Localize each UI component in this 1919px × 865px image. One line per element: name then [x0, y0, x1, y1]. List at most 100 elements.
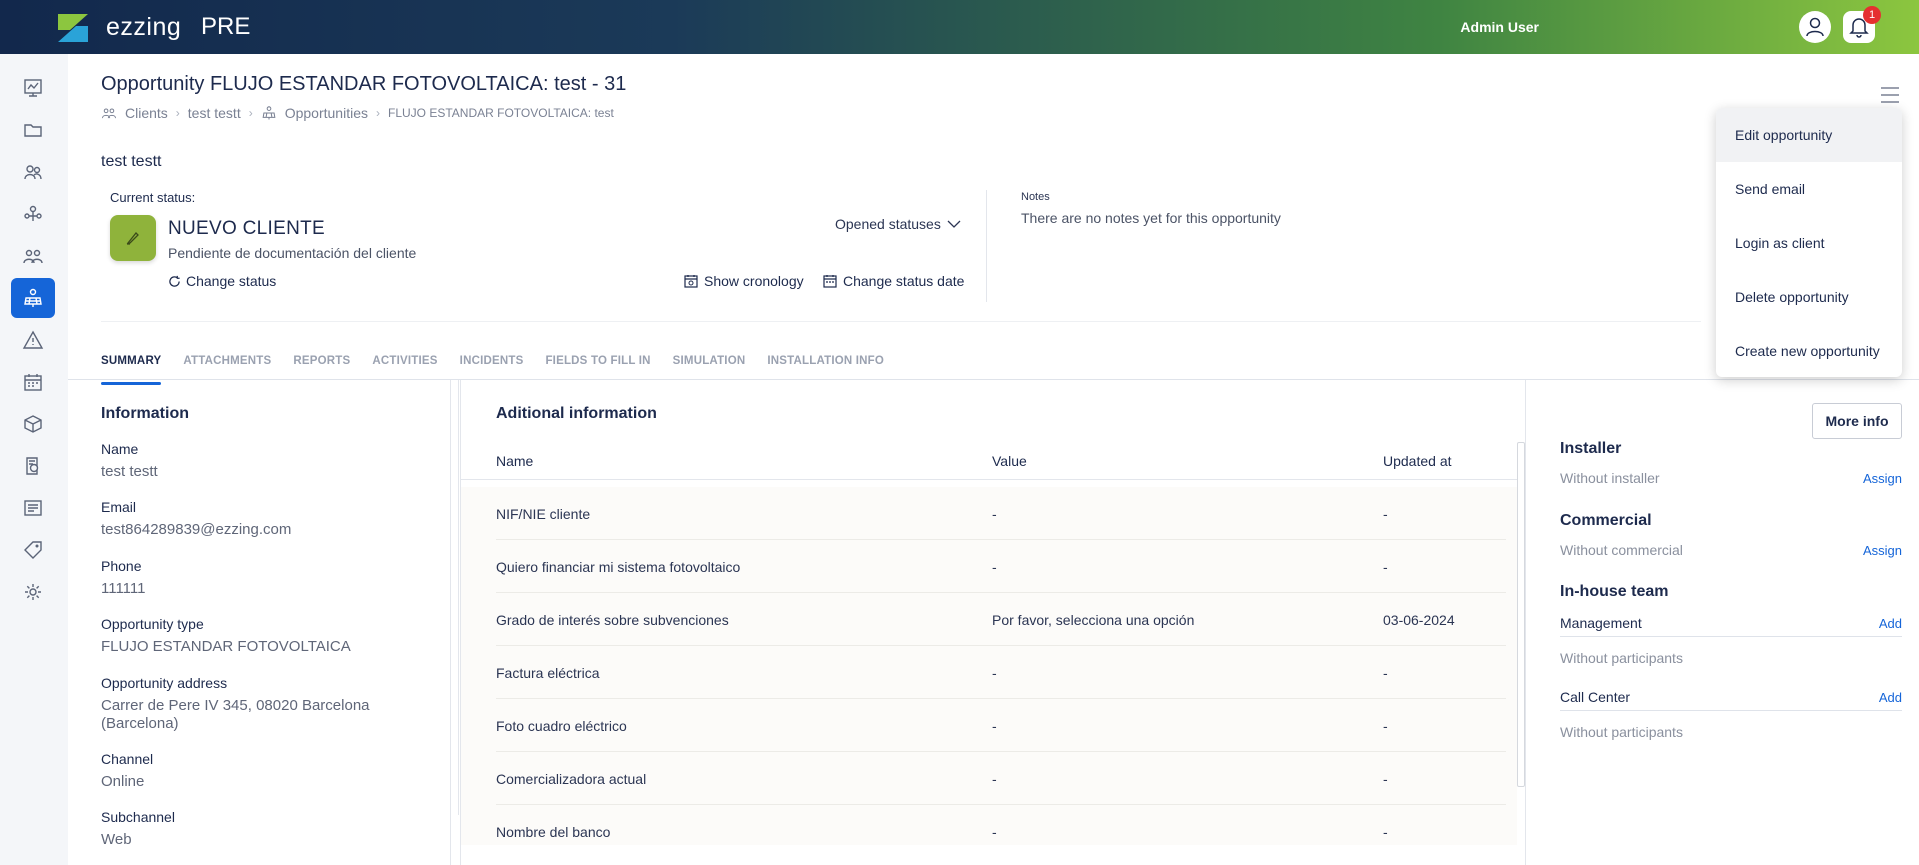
ezzing-logo-icon[interactable] [56, 12, 90, 44]
field-label: Name [101, 441, 139, 457]
change-status-date-button[interactable]: Change status date [823, 273, 964, 289]
sidebar [0, 54, 68, 865]
status-badge [110, 215, 156, 261]
tab-incidents[interactable]: INCIDENTS [460, 355, 524, 376]
installer-text: Without installer [1560, 470, 1660, 486]
calendar-icon [823, 275, 837, 288]
menu-item-login-as-client[interactable]: Login as client [1716, 216, 1902, 270]
table-row[interactable]: Nombre del banco - - [496, 805, 1506, 845]
column-header-updated[interactable]: Updated at [1383, 453, 1452, 469]
warning-icon[interactable] [11, 320, 55, 360]
chevron-down-icon [947, 220, 961, 228]
notes-label: Notes [1021, 191, 1050, 203]
opportunity-actions-menu: Edit opportunity Send email Login as cli… [1716, 108, 1902, 377]
cell-updated: 03-06-2024 [1383, 612, 1455, 628]
change-status-button[interactable]: Change status [168, 273, 276, 289]
table-row[interactable]: Foto cuadro eléctrico - - [496, 699, 1506, 752]
breadcrumb-separator: › [376, 106, 380, 120]
dashboard-icon[interactable] [11, 68, 55, 108]
team-participants-text: Without participants [1560, 724, 1683, 740]
table-header: Name Value Updated at [461, 450, 1517, 480]
show-cronology-button[interactable]: Show cronology [684, 273, 804, 289]
status-description: Pendiente de documentación del cliente [168, 245, 417, 261]
cell-name: Foto cuadro eléctrico [496, 718, 627, 734]
solar-panel-icon[interactable] [11, 278, 55, 318]
more-info-button[interactable]: More info [1812, 403, 1902, 439]
calendar-clock-icon [684, 275, 698, 288]
cell-value: - [992, 771, 997, 787]
hamburger-menu-icon[interactable] [1880, 86, 1900, 104]
tab-activities[interactable]: ACTIVITIES [372, 355, 437, 376]
assignment-panel: More info Installer Without installer As… [1560, 380, 1902, 865]
billing-icon[interactable] [11, 446, 55, 486]
groups-icon[interactable] [11, 236, 55, 276]
table-row[interactable]: Factura eléctrica - - [496, 646, 1506, 699]
menu-item-send-email[interactable]: Send email [1716, 162, 1902, 216]
cell-value: - [992, 665, 997, 681]
environment-label: PRE [201, 13, 251, 40]
breadcrumb-opportunities[interactable]: Opportunities [285, 105, 368, 121]
calendar-icon[interactable] [11, 362, 55, 402]
commercial-title: Commercial [1560, 512, 1652, 529]
table-row[interactable]: Comercializadora actual - - [496, 752, 1506, 805]
table-row[interactable]: NIF/NIE cliente - - [496, 487, 1506, 540]
tab-simulation[interactable]: SIMULATION [673, 355, 746, 376]
opened-statuses-dropdown[interactable]: Opened statuses [835, 216, 961, 232]
change-status-label: Change status [186, 273, 277, 289]
team-name: Call Center [1560, 689, 1631, 705]
table-scrollbar[interactable] [1517, 442, 1525, 787]
notification-count-badge: 1 [1863, 6, 1881, 24]
assign-installer-link[interactable]: Assign [1863, 471, 1902, 486]
assign-commercial-link[interactable]: Assign [1863, 543, 1902, 558]
cell-name: Nombre del banco [496, 824, 611, 840]
field-value: Carrer de Pere IV 345, 08020 Barcelona (… [101, 697, 370, 732]
breadcrumb-separator: › [175, 106, 180, 120]
users-network-icon[interactable] [11, 194, 55, 234]
tab-fields-to-fill-in[interactable]: FIELDS TO FILL IN [545, 355, 650, 376]
cell-name: Quiero financiar mi sistema fotovoltaico [496, 559, 741, 575]
cell-updated: - [1383, 824, 1388, 840]
team-name: Management [1560, 615, 1642, 631]
breadcrumb-current: FLUJO ESTANDAR FOTOVOLTAICA: test [388, 106, 614, 120]
cell-value: - [992, 718, 997, 734]
add-management-link[interactable]: Add [1879, 616, 1902, 631]
add-call-center-link[interactable]: Add [1879, 690, 1902, 705]
information-panel: Information Name test testt Email test86… [101, 380, 451, 865]
user-name[interactable]: Admin User [1460, 19, 1539, 35]
commercial-text: Without commercial [1560, 542, 1683, 558]
top-bar: ezzing PRE Admin User 1 [0, 0, 1919, 54]
clients-breadcrumb-icon [101, 108, 117, 119]
table-row[interactable]: Quiero financiar mi sistema fotovoltaico… [496, 540, 1506, 593]
field-value: test testt [101, 463, 158, 480]
user-avatar-icon[interactable] [1799, 11, 1831, 43]
breadcrumb-clients[interactable]: Clients [125, 105, 168, 121]
menu-item-create-new-opportunity[interactable]: Create new opportunity [1716, 324, 1902, 378]
field-value: Web [101, 831, 132, 848]
field-value: FLUJO ESTANDAR FOTOVOLTAICA [101, 638, 351, 655]
breadcrumb-client[interactable]: test testt [188, 105, 241, 121]
cell-updated: - [1383, 559, 1388, 575]
information-scrollbar[interactable] [451, 380, 459, 815]
menu-item-edit-opportunity[interactable]: Edit opportunity [1716, 108, 1902, 162]
tab-reports[interactable]: REPORTS [293, 355, 350, 376]
field-value: test864289839@ezzing.com [101, 521, 292, 538]
table-row[interactable]: Grado de interés sobre subvenciones Por … [496, 593, 1506, 646]
column-header-name[interactable]: Name [496, 453, 533, 469]
field-label: Channel [101, 751, 154, 767]
refresh-icon [169, 275, 180, 287]
header-divider [101, 321, 1701, 322]
column-header-value[interactable]: Value [992, 453, 1027, 469]
settings-gear-icon[interactable] [11, 572, 55, 612]
tag-icon[interactable] [11, 530, 55, 570]
field-label: Phone [101, 558, 142, 574]
tab-bar: SUMMARY ATTACHMENTS REPORTS ACTIVITIES I… [101, 355, 884, 385]
tab-summary[interactable]: SUMMARY [101, 355, 162, 385]
box-icon[interactable] [11, 404, 55, 444]
brand-name[interactable]: ezzing [106, 13, 181, 42]
clients-icon[interactable] [11, 152, 55, 192]
tab-installation-info[interactable]: INSTALLATION INFO [767, 355, 884, 376]
menu-item-delete-opportunity[interactable]: Delete opportunity [1716, 270, 1902, 324]
reports-icon[interactable] [11, 488, 55, 528]
folder-icon[interactable] [11, 110, 55, 150]
tab-attachments[interactable]: ATTACHMENTS [183, 355, 271, 376]
